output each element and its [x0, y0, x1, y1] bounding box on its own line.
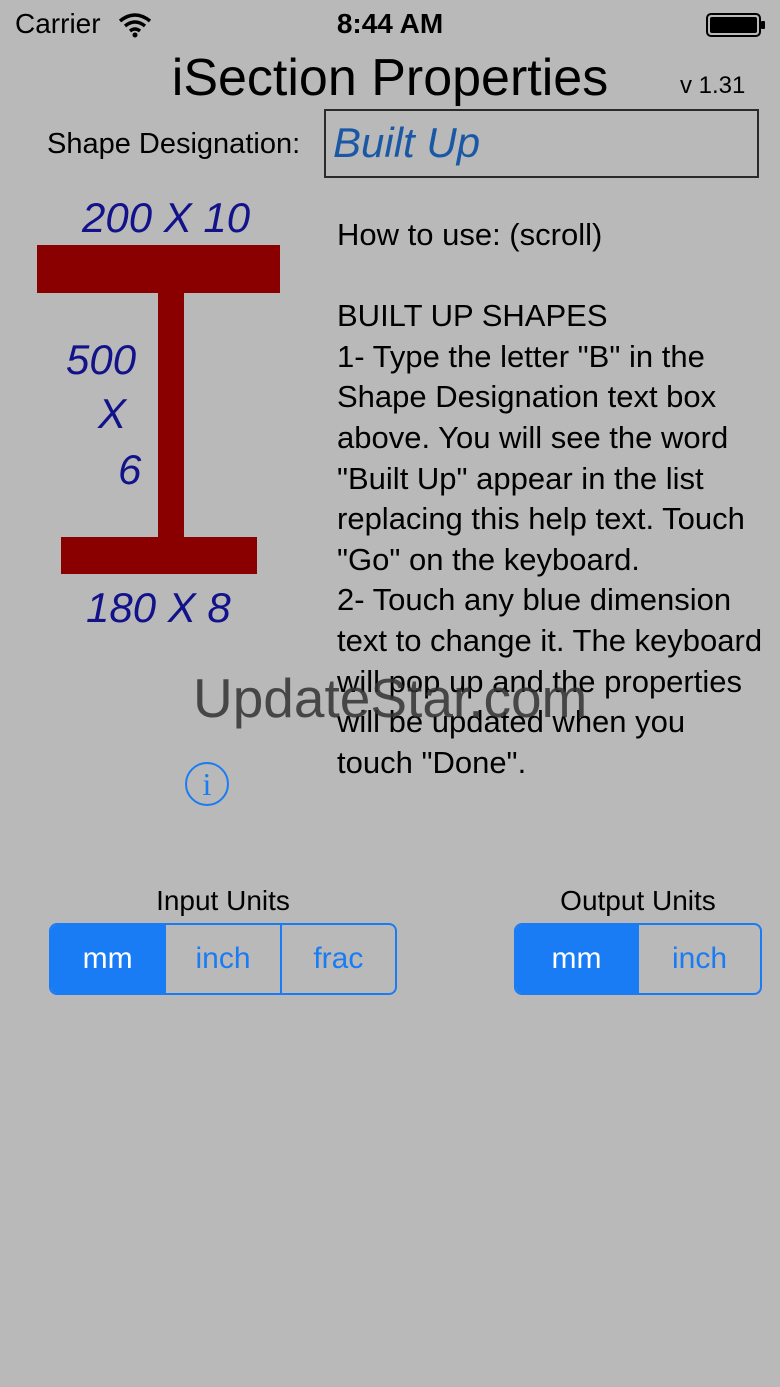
- status-time: 8:44 AM: [336, 8, 444, 39]
- app-title: iSection Properties: [171, 49, 609, 107]
- bottom-flange-dimension[interactable]: 180 X 8: [86, 584, 231, 632]
- shape-designation-label: Shape Designation:: [47, 128, 301, 160]
- watermark: UpdateStar.com: [193, 667, 588, 729]
- web-shape: [158, 293, 184, 539]
- info-icon[interactable]: i: [185, 762, 229, 806]
- web-dimension-separator: X: [98, 390, 127, 437]
- input-units-title: Input Units: [156, 885, 290, 916]
- top-flange-dimension[interactable]: 200 X 10: [82, 194, 250, 242]
- input-units-frac[interactable]: frac: [282, 925, 395, 993]
- version-label: v 1.31: [680, 72, 746, 99]
- output-units-mm[interactable]: mm: [516, 925, 639, 993]
- output-units-inch[interactable]: inch: [639, 925, 760, 993]
- web-depth-dimension[interactable]: 500: [66, 336, 136, 384]
- top-flange-shape: [37, 245, 280, 293]
- input-units-segmented-control: mm inch frac: [49, 923, 397, 995]
- bottom-flange-shape: [61, 537, 257, 574]
- input-units-inch[interactable]: inch: [166, 925, 282, 993]
- battery-icon: [706, 13, 765, 37]
- output-units-segmented-control: mm inch: [514, 923, 762, 995]
- shape-designation-field[interactable]: Built Up: [324, 109, 759, 178]
- web-thickness-dimension[interactable]: 6: [118, 446, 141, 494]
- input-units-mm[interactable]: mm: [51, 925, 167, 993]
- output-units-title: Output Units: [560, 885, 716, 916]
